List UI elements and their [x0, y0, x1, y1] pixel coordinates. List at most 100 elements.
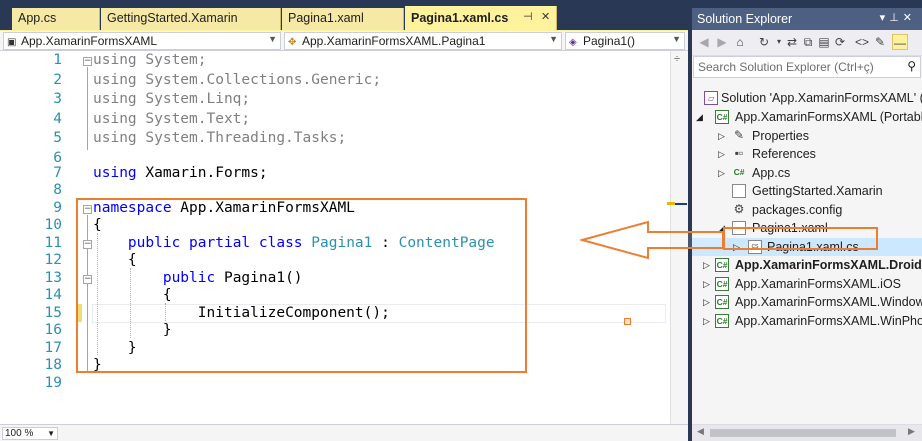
close-icon[interactable]: ✕ — [541, 10, 550, 23]
search-placeholder: Search Solution Explorer (Ctrl+ç) — [698, 60, 874, 74]
back-icon[interactable]: ◀ — [696, 34, 712, 50]
tree-item-app-cs[interactable]: ▷ C# App.cs — [692, 164, 922, 182]
keyword: using — [93, 165, 137, 181]
smart-tag-icon[interactable] — [624, 318, 631, 325]
history-icon[interactable]: ↻ — [756, 34, 772, 50]
project-dropdown-value: App.XamarinFormsXAML — [21, 34, 158, 48]
search-icon[interactable]: ⚲ — [907, 59, 916, 73]
zoom-dropdown[interactable]: 100 % ▼ — [2, 427, 58, 440]
tab-gettingstarted-xamarin[interactable]: GettingStarted.Xamarin — [101, 8, 281, 30]
show-all-files-icon[interactable]: ▤ — [816, 34, 832, 50]
panel-title: Solution Explorer — [697, 12, 793, 26]
code-text: System; — [136, 52, 207, 68]
close-icon[interactable]: ✕ — [903, 12, 916, 24]
code-line: using System.Text; — [93, 111, 250, 127]
refresh-icon[interactable]: ⟳ — [832, 34, 848, 50]
line-number: 6 — [53, 149, 62, 166]
code-text: System.Collections.Generic; — [136, 71, 382, 88]
view-code-icon[interactable]: <> — [854, 34, 870, 50]
keyword: using — [93, 110, 137, 127]
collapsed-icon[interactable]: ▷ — [718, 164, 725, 182]
tree-item-label: Properties — [752, 128, 809, 143]
tree-item-label: GettingStarted.Xamarin — [752, 184, 883, 198]
csharp-file-icon: C# — [733, 166, 745, 177]
sync-icon[interactable]: ⇄ — [784, 34, 800, 50]
tab-pagina1-xaml[interactable]: Pagina1.xaml — [282, 8, 404, 30]
scroll-right-icon[interactable]: ▶ — [908, 426, 915, 437]
class-icon: ✥ — [288, 37, 297, 48]
csharp-project-icon: C# — [715, 258, 729, 272]
collapse-icon[interactable]: − — [83, 57, 92, 66]
line-number: 16 — [44, 322, 62, 338]
tree-item-label: App.XamarinFormsXAML.Windows — [735, 295, 922, 309]
tree-item-solution[interactable]: ▱ Solution 'App.XamarinFormsXAML' (5 pro… — [692, 89, 922, 107]
code-line: using System.Linq; — [93, 91, 250, 107]
chevron-down-icon[interactable]: ▾ — [880, 12, 890, 24]
chevron-down-icon: ▼ — [268, 34, 277, 44]
pin-icon[interactable]: ⊥ — [889, 12, 903, 24]
member-dropdown[interactable]: ◈ Pagina1() ▼ — [565, 32, 685, 50]
tree-item-label: References — [752, 147, 816, 161]
code-text: System.Linq; — [136, 91, 251, 107]
wrench-icon: ✎ — [733, 127, 745, 142]
split-icon[interactable]: ÷ — [674, 53, 680, 65]
outline-line — [87, 67, 88, 150]
tree-item-properties[interactable]: ▷ ✎ Properties — [692, 127, 922, 145]
tab-label: Pagina1.xaml.cs — [411, 11, 509, 25]
line-number: 4 — [53, 110, 62, 127]
document-tab-bar: App.cs GettingStarted.Xamarin Pagina1.xa… — [0, 0, 688, 30]
tree-item-project[interactable]: ◢ C# App.XamarinFormsXAML (Portable) — [692, 108, 922, 126]
preview-icon[interactable]: — — [892, 34, 908, 50]
collapsed-icon[interactable]: ▷ — [718, 127, 725, 145]
code-highlight-box — [76, 198, 527, 373]
code-line: using Xamarin.Forms; — [93, 165, 268, 181]
horizontal-scrollbar[interactable]: 100 % ▼ — [0, 424, 688, 441]
solution-tree[interactable]: ▱ Solution 'App.XamarinFormsXAML' (5 pro… — [692, 80, 922, 420]
collapse-all-icon[interactable]: ⧉ — [800, 34, 816, 50]
solution-explorer-toolbar: ◀ ▶ ⌂ ↻ ▾ ⇄ ⧉ ▤ ⟳ <> ✎ — — [692, 30, 922, 56]
collapsed-icon[interactable]: ▷ — [718, 145, 725, 163]
code-text: Xamarin.Forms; — [136, 165, 268, 181]
project-dropdown[interactable]: ▣ App.XamarinFormsXAML ▼ — [3, 32, 281, 50]
line-number: 12 — [44, 252, 62, 268]
scroll-thumb[interactable] — [710, 429, 896, 437]
tree-item-label: App.XamarinFormsXAML (Portable) — [735, 110, 922, 124]
tab-pagina1-xaml-cs[interactable]: Pagina1.xaml.cs ⊣ ✕ — [405, 6, 557, 30]
line-number: 1 — [53, 52, 62, 68]
tree-item-packages-config[interactable]: ⚙ packages.config — [692, 201, 922, 219]
line-number: 2 — [53, 71, 62, 88]
scroll-left-icon[interactable]: ◀ — [697, 426, 704, 437]
tree-item-references[interactable]: ▷ ▪▫ References — [692, 145, 922, 163]
solution-horizontal-scrollbar[interactable]: ◀ ▶ — [692, 424, 922, 441]
tree-item-ios-project[interactable]: ▷ C# App.XamarinFormsXAML.iOS — [692, 275, 922, 293]
code-line: using System.Threading.Tasks; — [93, 130, 346, 146]
line-number: 5 — [53, 130, 62, 146]
properties-icon[interactable]: ✎ — [872, 34, 888, 50]
collapsed-icon[interactable]: ▷ — [703, 312, 710, 330]
class-dropdown[interactable]: ✥ App.XamarinFormsXAML.Pagina1 ▼ — [284, 32, 562, 50]
pin-icon[interactable]: ⊣ — [523, 10, 533, 23]
file-highlight-box — [723, 227, 878, 250]
tree-item-gettingstarted[interactable]: GettingStarted.Xamarin — [692, 182, 922, 200]
forward-icon[interactable]: ▶ — [714, 34, 730, 50]
line-number: 8 — [53, 182, 62, 198]
collapsed-icon[interactable]: ▷ — [703, 275, 710, 293]
collapsed-icon[interactable]: ▷ — [703, 293, 710, 311]
expanded-icon[interactable]: ◢ — [696, 108, 703, 126]
tree-item-label: App.XamarinFormsXAML.iOS — [735, 276, 902, 291]
keyword: using — [93, 91, 137, 107]
code-line: using System.Collections.Generic; — [93, 72, 381, 88]
zoom-value: 100 % — [5, 428, 34, 439]
keyword: using — [93, 52, 137, 68]
home-icon[interactable]: ⌂ — [732, 34, 748, 50]
config-icon: ⚙ — [733, 201, 745, 216]
tree-item-windows-project[interactable]: ▷ C# App.XamarinFormsXAML.Windows — [692, 293, 922, 311]
code-line: using System; — [93, 52, 207, 68]
solution-search-input[interactable]: Search Solution Explorer (Ctrl+ç) ⚲ — [693, 56, 921, 78]
code-text: System.Text; — [136, 110, 251, 127]
tree-item-droid-project[interactable]: ▷ C# App.XamarinFormsXAML.Droid — [692, 256, 922, 274]
line-number: 11 — [44, 234, 62, 251]
tree-item-label: packages.config — [752, 202, 843, 217]
tab-app-cs[interactable]: App.cs — [12, 8, 100, 30]
tree-item-winphone-project[interactable]: ▷ C# App.XamarinFormsXAML.WinPhone — [692, 312, 922, 330]
